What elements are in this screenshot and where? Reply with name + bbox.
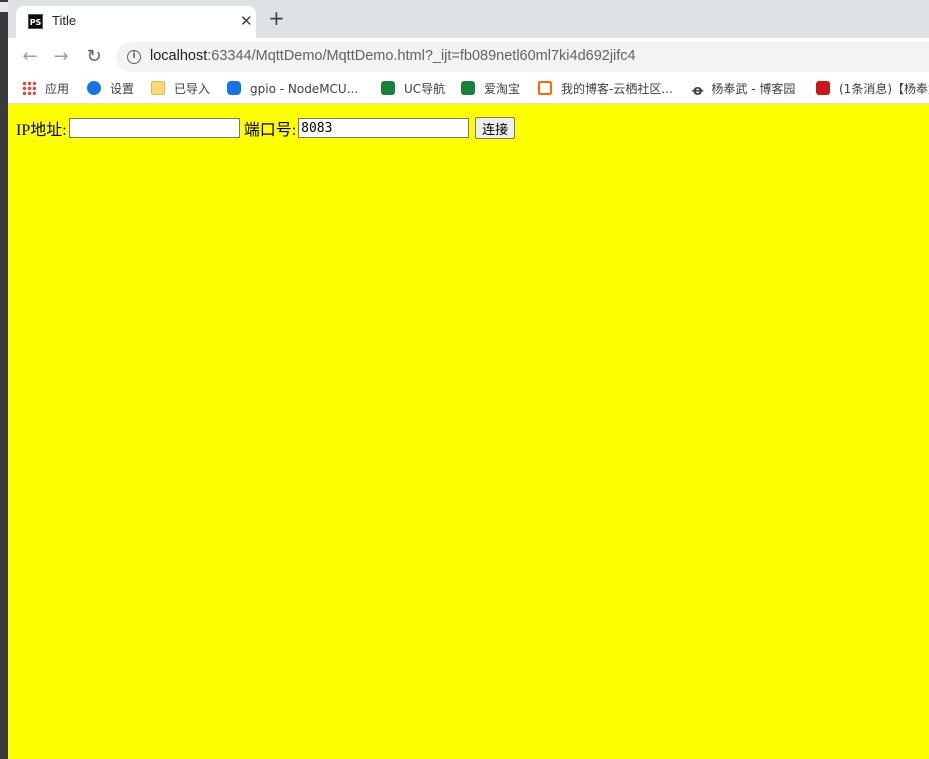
bookmark-gpio[interactable]: gpio - NodeMCU... (227, 81, 358, 99)
bookmark-aitaobao[interactable]: 爱淘宝 (461, 81, 520, 99)
bookmark-uc[interactable]: UC导航 (381, 81, 445, 99)
tab-label: Title (52, 13, 77, 28)
back-button[interactable]: ← (18, 45, 42, 69)
page-content: IP地址: 端口号: 连接 (8, 104, 929, 759)
info-icon[interactable]: i (127, 50, 141, 64)
uc-icon (461, 81, 475, 95)
aliyun-icon (538, 81, 552, 95)
bookmark-csdn[interactable]: (1条消息)【杨奉武 (816, 81, 929, 99)
address-bar[interactable]: i localhost:63344/MqttDemo/MqttDemo.html… (116, 42, 929, 72)
uc-icon (381, 81, 395, 95)
taskbar-glyph (0, 2, 8, 12)
bookmark-settings[interactable]: 设置 (87, 81, 134, 99)
browser-window: PS Title ✕ + ← → ↻ i localhost:63344/Mqt… (8, 0, 929, 759)
bookmark-label: gpio - NodeMCU... (250, 82, 359, 96)
cnblogs-icon: ꝋ (692, 83, 704, 99)
connection-form: IP地址: 端口号: 连接 (16, 116, 516, 140)
bookmark-label: 我的博客-云栖社区... (561, 82, 673, 96)
bookmark-label: UC导航 (404, 82, 446, 96)
bookmark-cnblogs[interactable]: ꝋ 杨奉武 - 博客园 (692, 81, 795, 99)
bookmark-label: 已导入 (174, 82, 211, 96)
new-tab-button[interactable]: + (268, 8, 285, 28)
apps-icon (22, 81, 36, 95)
tab-title[interactable]: PS Title ✕ (16, 6, 256, 38)
toolbar: ← → ↻ i localhost:63344/MqttDemo/MqttDem… (8, 38, 929, 76)
forward-button[interactable]: → (49, 45, 73, 69)
bookmark-label: 爱淘宝 (484, 82, 521, 96)
bookmark-label: 杨奉武 - 博客园 (711, 82, 796, 96)
bookmark-label: 设置 (110, 82, 135, 96)
reload-button[interactable]: ↻ (82, 45, 106, 69)
desktop-edge (0, 0, 8, 759)
bookmark-aliyun[interactable]: 我的博客-云栖社区... (538, 81, 673, 99)
gear-icon (87, 81, 101, 95)
phpstorm-icon: PS (28, 14, 43, 29)
port-input[interactable] (298, 118, 470, 138)
folder-icon (151, 81, 165, 95)
bookmark-label: (1条消息)【杨奉武 (839, 82, 929, 96)
url-host: localhost (150, 48, 208, 64)
bookmark-apps[interactable]: 应用 (22, 81, 69, 99)
url-path: :63344/MqttDemo/MqttDemo.html?_ijt=fb089… (207, 48, 636, 64)
bookmark-label: 应用 (45, 82, 70, 96)
ip-input[interactable] (68, 118, 240, 138)
bookmarks-bar: 应用 设置 已导入 gpio - NodeMCU... UC导航 爱淘宝 我的博… (8, 76, 929, 104)
close-icon[interactable]: ✕ (240, 12, 253, 30)
bookmark-imported[interactable]: 已导入 (151, 81, 210, 99)
ip-label: IP地址: (16, 122, 67, 139)
cloud-icon (227, 81, 241, 95)
url-text[interactable]: localhost:63344/MqttDemo/MqttDemo.html?_… (150, 48, 636, 64)
csdn-icon (816, 81, 830, 95)
connect-button[interactable]: 连接 (475, 117, 516, 139)
tab-strip: PS Title ✕ + (8, 0, 929, 38)
port-label: 端口号: (243, 122, 297, 139)
